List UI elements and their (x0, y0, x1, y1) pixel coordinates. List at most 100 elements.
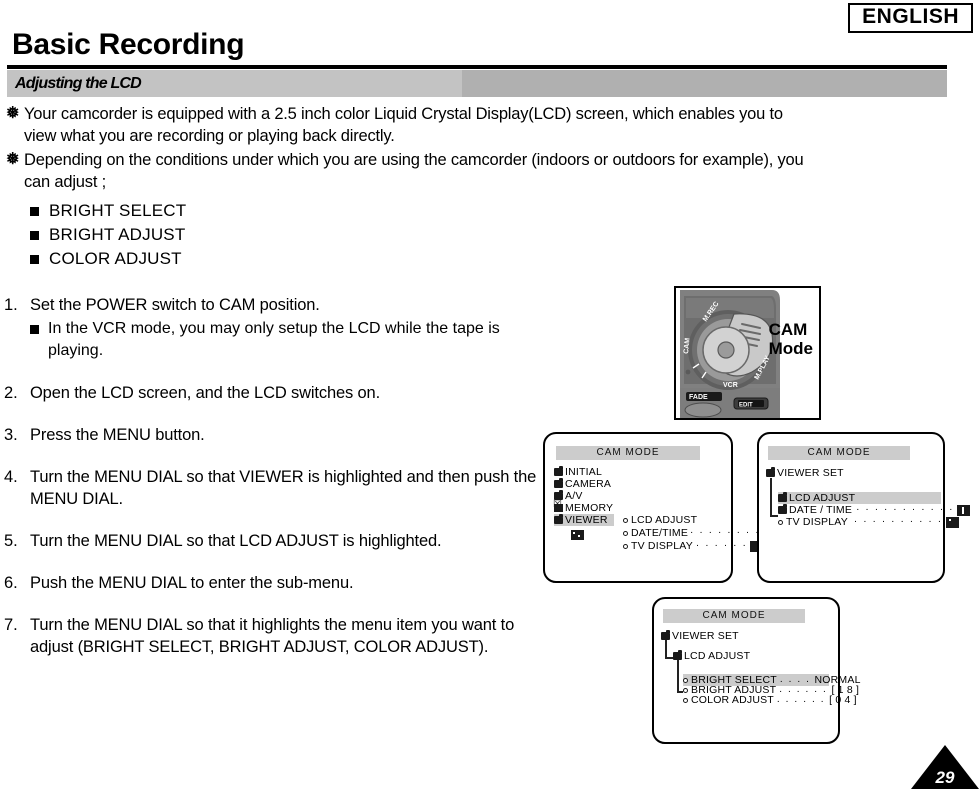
menu-item-initial[interactable]: INITIAL (554, 466, 602, 478)
folder-icon (661, 630, 670, 640)
square-bullet-icon (30, 325, 39, 334)
cam-mode-line1: CAM (768, 320, 808, 339)
section-header-bar: Adjusting the LCD (7, 70, 947, 97)
step-number: 2. (4, 384, 18, 402)
submenu-item-lcd-adjust[interactable]: LCD ADJUST (623, 514, 697, 526)
step-number: 1. (4, 296, 18, 314)
step-6: 6. Push the MENU DIAL to enter the sub-m… (4, 572, 544, 594)
lcd-screen-main-menu: CAM MODE INITIAL CAMERA A/V MEMORY VIEWE… (543, 432, 777, 583)
list-item: BRIGHT SELECT (30, 199, 816, 223)
adjustable-label: BRIGHT SELECT (49, 201, 187, 220)
list-item: COLOR ADJUST (30, 247, 816, 271)
tree-line-horizontal (665, 657, 673, 659)
menu-branch-lcd-adjust[interactable]: LCD ADJUST (673, 650, 750, 662)
circle-bullet-icon (683, 677, 688, 683)
folder-icon (766, 467, 775, 477)
lcd-title: CAM MODE (768, 446, 910, 460)
menu-label: VIEWER SET (777, 467, 844, 479)
step-number: 3. (4, 426, 18, 444)
leader-dots: . . . . . . (776, 694, 826, 705)
tree-line-vertical (677, 660, 679, 692)
step-2: 2. Open the LCD screen, and the LCD swit… (4, 382, 544, 404)
section-title: Adjusting the LCD (15, 75, 142, 92)
language-badge: ENGLISH (848, 3, 973, 34)
cam-mode-caption: CAM Mode (769, 320, 813, 358)
folder-icon (554, 466, 563, 476)
folder-icon (554, 478, 563, 488)
folder-icon (554, 514, 563, 524)
leader-dots: · · · · · · · · · · (853, 516, 943, 527)
step-text: Turn the MENU DIAL so that VIEWER is hig… (30, 468, 537, 508)
step-number: 5. (4, 532, 18, 550)
adjustable-list: BRIGHT SELECT BRIGHT ADJUST COLOR ADJUST (30, 199, 816, 271)
square-bullet-icon (30, 206, 39, 216)
step-number: 4. (4, 468, 18, 486)
folder-icon (673, 650, 682, 660)
intro-bullet-1: ❅ Your camcorder is equipped with a 2.5 … (6, 103, 816, 147)
svg-text:EDIT: EDIT (739, 403, 753, 409)
title-divider (7, 65, 947, 69)
step-5: 5. Turn the MENU DIAL so that LCD ADJUST… (4, 530, 544, 552)
step-number: 7. (4, 616, 18, 634)
step-text: Open the LCD screen, and the LCD switche… (30, 384, 381, 402)
menu-label: TV DISPLAY (786, 516, 848, 528)
circle-bullet-icon (778, 519, 783, 525)
step-7: 7. Turn the MENU DIAL so that it highlig… (4, 614, 544, 658)
leader-dots: · · · · · · · · · · · (856, 504, 955, 515)
step-note: In the VCR mode, you may only setup the … (30, 318, 544, 362)
submenu-label: DATE/TIME (631, 527, 689, 539)
list-item: BRIGHT ADJUST (30, 223, 816, 247)
cam-mode-line2: Mode (768, 339, 813, 358)
menu-item-color-adjust[interactable]: COLOR ADJUST . . . . . . [ 0 4 ] (683, 694, 857, 706)
menu-item-date-time[interactable]: DATE / TIME · · · · · · · · · · · (778, 504, 971, 516)
page-number: 29 (935, 768, 955, 787)
submenu-item-tv-display[interactable]: TV DISPLAY · · · · · · (623, 540, 764, 552)
folder-icon (778, 492, 787, 502)
menu-label: VIEWER SET (672, 630, 739, 642)
square-bullet-icon (30, 254, 39, 264)
step-text: Turn the MENU DIAL so that it highlights… (30, 616, 515, 656)
menu-item-lcd-adjust[interactable]: LCD ADJUST (778, 492, 941, 504)
lcd-screen-viewer-set: CAM MODE VIEWER SET LCD ADJUST DATE / TI… (757, 432, 971, 583)
menu-label: MEMORY (565, 502, 614, 514)
intro-text-1: Your camcorder is equipped with a 2.5 in… (24, 105, 783, 145)
menu-root-viewer-set[interactable]: VIEWER SET (766, 467, 844, 479)
folder-icon (778, 504, 787, 514)
menu-item-camera[interactable]: CAMERA (554, 478, 611, 490)
square-bullet-icon (30, 230, 39, 240)
step-text: Press the MENU button. (30, 426, 205, 444)
lcd-viewer-icon (571, 527, 584, 545)
svg-text:FADE: FADE (689, 394, 708, 401)
intro-text-2: Depending on the conditions under which … (24, 151, 804, 191)
menu-label: LCD ADJUST (789, 492, 856, 504)
step-text: Turn the MENU DIAL so that LCD ADJUST is… (30, 532, 442, 550)
tree-line-horizontal (770, 515, 778, 517)
menu-item-tv-display[interactable]: TV DISPLAY · · · · · · · · · · (778, 516, 959, 528)
menu-label: COLOR ADJUST (691, 694, 774, 706)
adjustable-label: COLOR ADJUST (49, 249, 182, 268)
menu-label: DATE / TIME (789, 504, 853, 516)
leader-dots: · · · · · · · · (690, 527, 761, 538)
lcd-screen-lcd-adjust: CAM MODE VIEWER SET LCD ADJUST BRIGHT SE… (652, 597, 860, 744)
menu-item-viewer[interactable]: VIEWER (554, 514, 614, 526)
menu-label: A/V (565, 490, 583, 502)
page-title: Basic Recording (12, 28, 245, 61)
step-1: 1. Set the POWER switch to CAM position.… (4, 294, 544, 362)
circle-bullet-icon (623, 517, 628, 523)
circle-bullet-icon (683, 687, 688, 693)
bar-square-icon (957, 504, 971, 516)
menu-value: [ 0 4 ] (829, 694, 857, 706)
circle-bullet-icon (683, 697, 688, 703)
leader-dots: · · · · · · (695, 540, 748, 551)
section-bar-right-shade (462, 70, 947, 97)
menu-label: CAMERA (565, 478, 612, 490)
submenu-label: TV DISPLAY (631, 540, 693, 552)
menu-item-memory[interactable]: MEMORY (553, 500, 614, 514)
intro-bullet-2: ❅ Depending on the conditions under whic… (6, 149, 816, 193)
submenu-item-date-time[interactable]: DATE/TIME · · · · · · · · (623, 527, 777, 539)
menu-root-viewer-set[interactable]: VIEWER SET (661, 630, 739, 642)
menu-label: LCD ADJUST (684, 650, 751, 662)
lcd-title: CAM MODE (663, 609, 805, 623)
camcorder-dial-illustration: M.REC CAM VCR M.PLAY FADE EDIT CAM Mode (674, 286, 821, 420)
tree-line-vertical (770, 478, 772, 516)
